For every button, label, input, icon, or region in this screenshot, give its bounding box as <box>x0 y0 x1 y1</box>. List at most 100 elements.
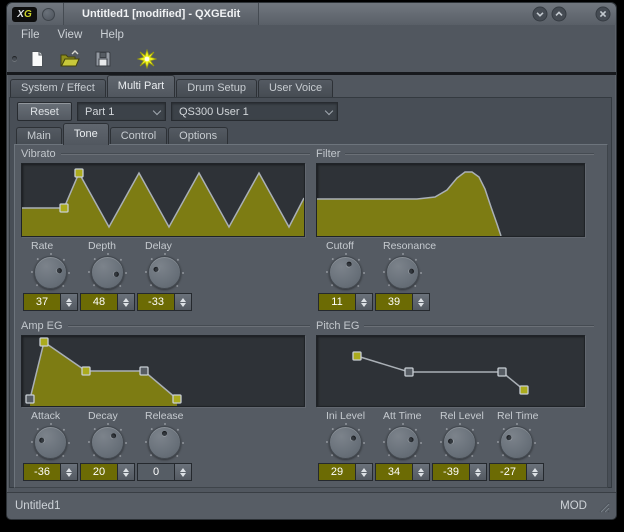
arrow-down-icon <box>180 473 186 477</box>
arrow-up-icon <box>361 468 367 472</box>
spin-arrows[interactable] <box>174 294 191 310</box>
arrow-down-icon <box>123 303 129 307</box>
spin-value: -39 <box>433 464 469 480</box>
spin-arrows[interactable] <box>469 464 486 480</box>
cutoff-control: Cutoff 11 <box>317 240 374 311</box>
arrow-down-icon <box>418 473 424 477</box>
group-title: Vibrato <box>19 148 61 160</box>
pitch-eg-envelope-graph[interactable] <box>316 335 585 407</box>
spin-value: 39 <box>376 294 412 310</box>
arrow-up-icon <box>123 298 129 302</box>
resonance-control: Resonance 39 <box>374 240 431 311</box>
spin-arrows[interactable] <box>412 464 429 480</box>
rel-level-control: Rel Level -39 <box>431 410 488 481</box>
toolbar-handle[interactable] <box>12 56 17 61</box>
spin-arrows[interactable] <box>117 294 134 310</box>
menu-view[interactable]: View <box>49 27 92 43</box>
minimize-button[interactable] <box>532 6 548 22</box>
tab-drum-setup[interactable]: Drum Setup <box>176 79 257 97</box>
spin-arrows[interactable] <box>355 294 372 310</box>
arrow-down-icon <box>532 473 538 477</box>
spin-value: -33 <box>138 294 174 310</box>
menubar: File View Help <box>7 25 616 45</box>
spin-arrows[interactable] <box>117 464 134 480</box>
group-header: Vibrato <box>19 147 310 160</box>
arrow-up-icon <box>180 468 186 472</box>
vibrato-section: Vibrato Rate 37 Depth 48 Delay <box>19 147 310 311</box>
spin-value: -27 <box>490 464 526 480</box>
reset-button[interactable]: Reset <box>17 102 72 121</box>
arrow-down-icon <box>475 473 481 477</box>
spin-value: 11 <box>319 294 355 310</box>
new-file-button[interactable] <box>24 47 50 71</box>
attack-knob[interactable] <box>32 424 69 461</box>
part-select[interactable]: Part 1 <box>77 102 166 121</box>
depth-control: Depth 48 <box>79 240 136 311</box>
window-menu-button[interactable] <box>42 8 55 21</box>
tab-user-voice[interactable]: User Voice <box>258 79 333 97</box>
arrow-up-icon <box>361 298 367 302</box>
close-button[interactable] <box>595 6 611 22</box>
vibrato-wave-graph[interactable] <box>21 163 305 237</box>
tab-tone[interactable]: Tone <box>63 123 109 145</box>
rel-level-knob[interactable] <box>441 424 478 461</box>
spin-arrows[interactable] <box>355 464 372 480</box>
combo-chevron-down-icon <box>320 110 337 114</box>
tab-control[interactable]: Control <box>110 127 167 145</box>
attack-control: Attack -36 <box>22 410 79 481</box>
arrow-up-icon <box>418 468 424 472</box>
depth-knob[interactable] <box>89 254 126 291</box>
filter-knob-row: Cutoff 11 Resonance 39 <box>314 240 594 311</box>
att-time-knob[interactable] <box>384 424 421 461</box>
arrow-up-icon <box>66 468 72 472</box>
spin-arrows[interactable] <box>60 294 77 310</box>
title-tab: Untitled1 [modified] - QXGEdit <box>63 3 259 25</box>
cutoff-knob[interactable] <box>327 254 364 291</box>
titlebar[interactable]: XG Untitled1 [modified] - QXGEdit <box>7 3 616 25</box>
voice-select[interactable]: QS300 User 1 <box>171 102 338 121</box>
amp-eg-section: Amp EG Attack -36 Decay 20 Rel <box>19 319 310 481</box>
qxgedit-window: XG Untitled1 [modified] - QXGEdit <box>6 2 617 520</box>
spin-arrows[interactable] <box>526 464 543 480</box>
open-file-button[interactable] <box>57 47 83 71</box>
tab-system-effect[interactable]: System / Effect <box>10 79 106 97</box>
release-knob[interactable] <box>146 424 183 461</box>
spin-arrows[interactable] <box>60 464 77 480</box>
window-title: Untitled1 [modified] - QXGEdit <box>82 8 240 20</box>
filter-section: Filter Cutoff 11 Resonance 39 <box>314 147 594 311</box>
maximize-button[interactable] <box>551 6 567 22</box>
delay-knob[interactable] <box>146 254 183 291</box>
tab-main[interactable]: Main <box>16 127 62 145</box>
rel-time-knob[interactable] <box>498 424 535 461</box>
close-icon <box>595 6 611 22</box>
group-header: Pitch EG <box>314 319 594 332</box>
rate-knob[interactable] <box>32 254 69 291</box>
ini-level-knob[interactable] <box>327 424 364 461</box>
spin-arrows[interactable] <box>174 464 191 480</box>
filter-curve-graph[interactable] <box>316 163 585 237</box>
menu-file[interactable]: File <box>12 27 49 43</box>
arrow-down-icon <box>66 303 72 307</box>
spin-arrows[interactable] <box>412 294 429 310</box>
arrow-down-icon <box>361 473 367 477</box>
pitch-eg-section: Pitch EG Ini Level 29 Att Time 34 <box>314 319 594 481</box>
resonance-knob[interactable] <box>384 254 421 291</box>
arrow-up-icon <box>180 298 186 302</box>
tab-options[interactable]: Options <box>168 127 228 145</box>
star-burst-icon <box>137 49 157 69</box>
star-burst-button[interactable] <box>134 47 160 71</box>
sub-tabbar: Main Tone Control Options <box>16 124 229 145</box>
amp-eg-envelope-graph[interactable] <box>21 335 305 407</box>
menu-help[interactable]: Help <box>91 27 133 43</box>
resize-grip[interactable] <box>597 500 610 513</box>
tab-multi-part[interactable]: Multi Part <box>107 75 175 97</box>
save-file-button[interactable] <box>90 47 116 71</box>
vibrato-knob-row: Rate 37 Depth 48 Delay -33 <box>19 240 310 311</box>
arrow-down-icon <box>418 303 424 307</box>
release-control: Release 0 <box>136 410 193 481</box>
arrow-down-icon <box>66 473 72 477</box>
group-title: Filter <box>314 148 345 160</box>
amp-eg-knob-row: Attack -36 Decay 20 Release 0 <box>19 410 310 481</box>
decay-knob[interactable] <box>89 424 126 461</box>
spin-value: 37 <box>24 294 60 310</box>
